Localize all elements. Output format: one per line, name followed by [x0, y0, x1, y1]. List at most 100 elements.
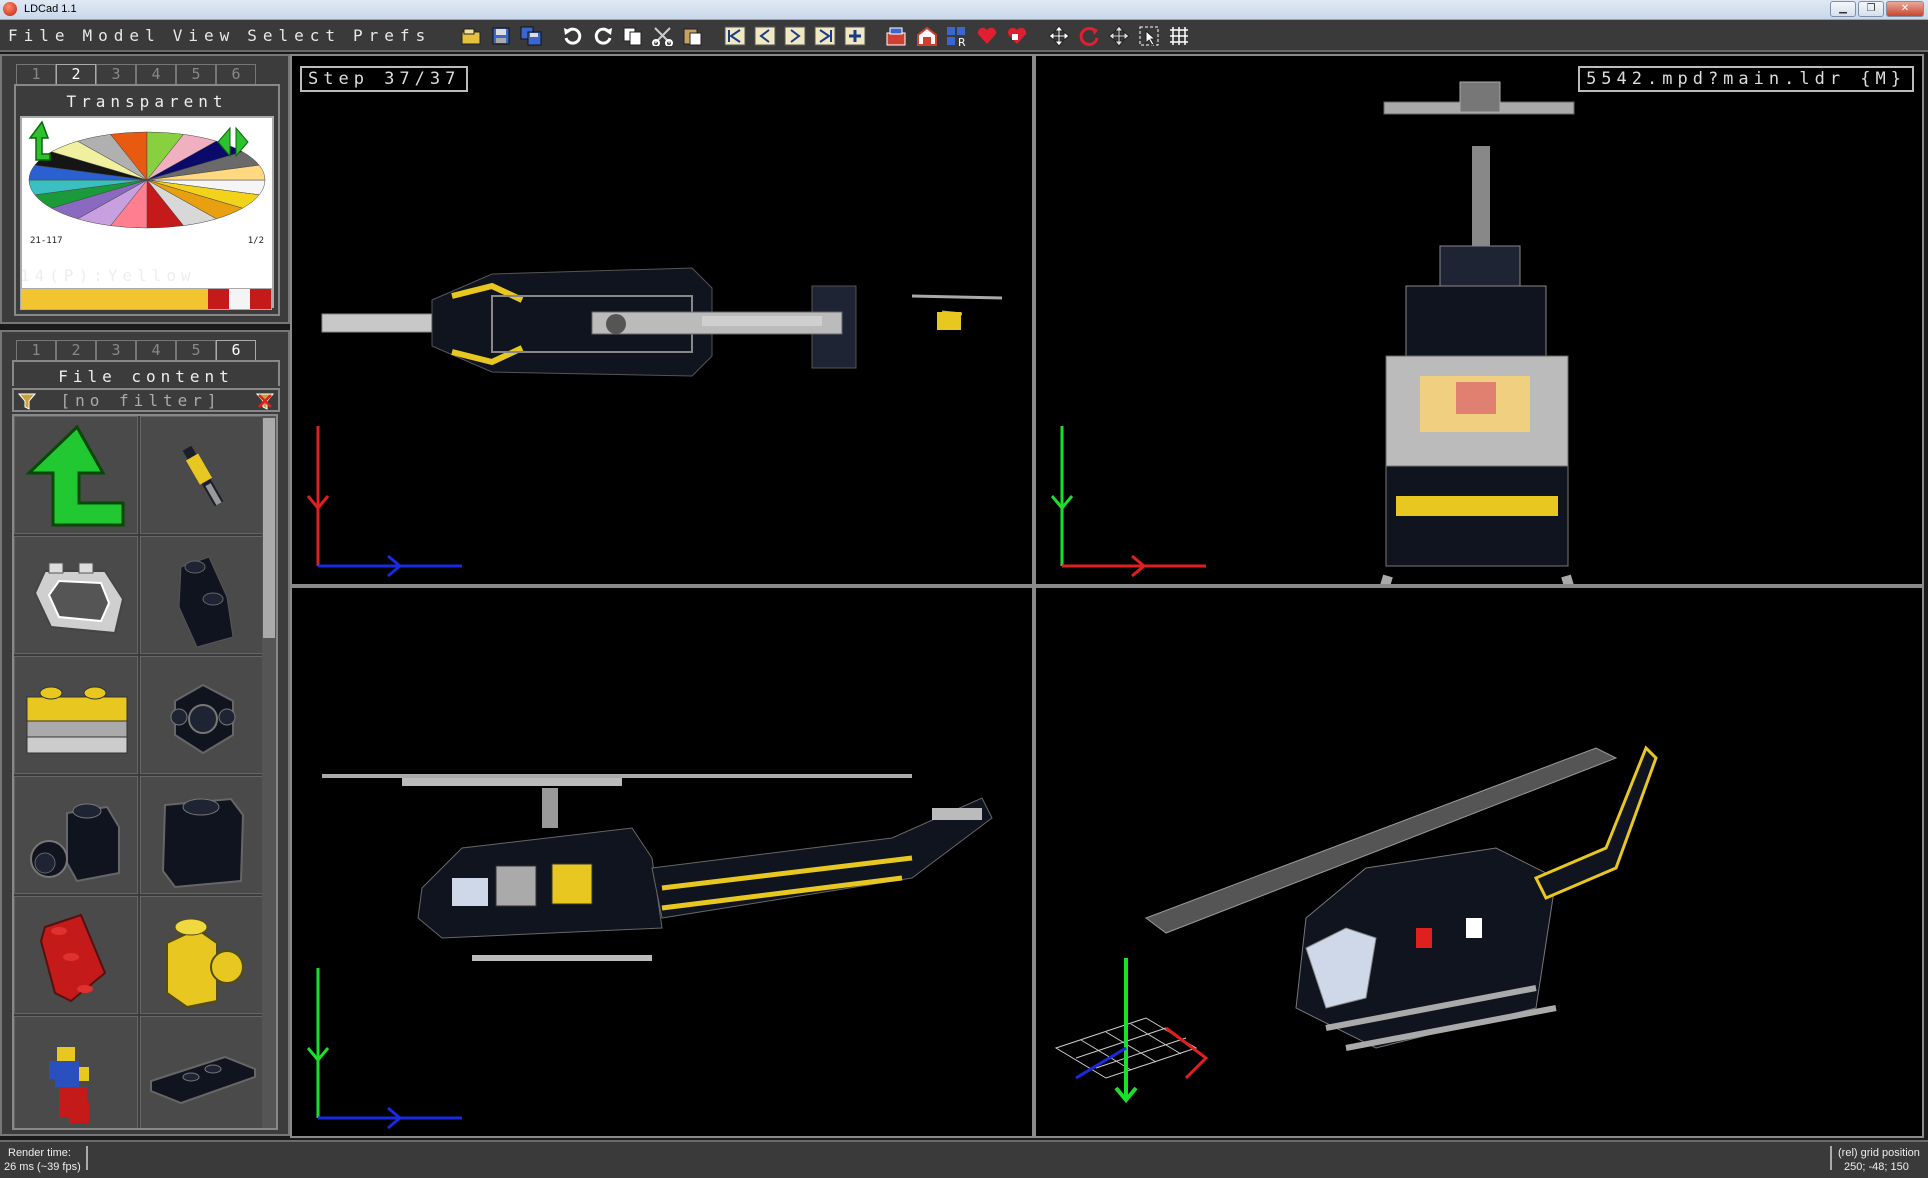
parts-tab-4[interactable]: 4	[136, 340, 176, 360]
helicopter-side-view	[306, 774, 993, 1130]
color-tab-6[interactable]: 6	[216, 64, 256, 84]
render-time-label: Render time:	[8, 1147, 71, 1159]
rotate-mode-icon[interactable]: R	[944, 24, 970, 48]
move-icon[interactable]	[1046, 24, 1072, 48]
parts-tab-6[interactable]: 6	[216, 340, 256, 360]
first-step-icon[interactable]	[722, 24, 748, 48]
render-time-value: 26 ms (~39 fps)	[4, 1161, 81, 1173]
parts-item-minifig[interactable]	[14, 1016, 138, 1128]
color-swatch[interactable]	[250, 289, 271, 309]
parts-item-black-brick-round[interactable]	[14, 776, 138, 894]
parts-tab-1[interactable]: 1	[16, 340, 56, 360]
parts-panel-tabs: 1 2 3 4 5 6	[16, 340, 256, 360]
parts-tab-5[interactable]: 5	[176, 340, 216, 360]
parts-item-black-plate[interactable]	[140, 1016, 264, 1128]
parts-item-helicopter-submodel[interactable]	[140, 416, 264, 534]
color-swatch[interactable]	[21, 289, 42, 309]
paste-icon[interactable]	[680, 24, 706, 48]
heart-remove-icon[interactable]	[1004, 24, 1030, 48]
submodel-icon[interactable]	[914, 24, 940, 48]
cut-icon[interactable]	[650, 24, 676, 48]
color-panel: 1 2 3 4 5 6 Transparent 21-117 1/2 14(P)…	[0, 54, 290, 324]
menu-select[interactable]: Select	[247, 26, 341, 45]
color-range-label: 21-117	[30, 236, 63, 246]
color-swatch[interactable]	[41, 289, 63, 309]
menu-file[interactable]: File	[8, 26, 71, 45]
save-icon[interactable]	[488, 24, 514, 48]
window-title: LDCad 1.1	[24, 3, 77, 15]
redo-icon[interactable]	[590, 24, 616, 48]
grid-icon[interactable]	[1166, 24, 1192, 48]
last-step-icon[interactable]	[812, 24, 838, 48]
select-icon[interactable]	[1136, 24, 1162, 48]
save-all-icon[interactable]	[518, 24, 544, 48]
filter-bar: [no filter]	[12, 388, 280, 412]
grid-position-label: (rel) grid position	[1838, 1147, 1920, 1159]
next-step-icon[interactable]	[782, 24, 808, 48]
color-panel-tabs: 1 2 3 4 5 6	[16, 64, 256, 84]
parts-item-black-brick[interactable]	[140, 776, 264, 894]
color-tab-4[interactable]: 4	[136, 64, 176, 84]
parts-panel: 1 2 3 4 5 6 File content [no filter]	[0, 330, 290, 1136]
color-tab-3[interactable]: 3	[96, 64, 136, 84]
rotate-icon[interactable]	[1076, 24, 1102, 48]
color-swatch[interactable]	[145, 289, 167, 309]
parts-item-yellow-bricks[interactable]	[14, 656, 138, 774]
color-swatch[interactable]	[104, 289, 126, 309]
minimize-button[interactable]: ▁	[1830, 1, 1856, 17]
color-swatch[interactable]	[208, 289, 230, 309]
parts-item-slope-brick[interactable]	[140, 536, 264, 654]
viewport-bottom-left[interactable]	[290, 586, 1034, 1138]
menu-view[interactable]: View	[173, 26, 236, 45]
viewport-top-left[interactable]: Step 37/37	[290, 54, 1034, 586]
undo-icon[interactable]	[560, 24, 586, 48]
copy-icon[interactable]	[620, 24, 646, 48]
drag-icon[interactable]	[1106, 24, 1132, 48]
viewport-top-right[interactable]: 5542.mpd?main.ldr {M}	[1034, 54, 1924, 586]
parts-item-yellow-round[interactable]	[140, 896, 264, 1014]
color-tab-2[interactable]: 2	[56, 64, 96, 84]
heart-icon[interactable]	[974, 24, 1000, 48]
color-swatch-bar[interactable]	[20, 288, 272, 310]
parts-scrollbar[interactable]	[262, 416, 276, 1128]
color-swatch[interactable]	[166, 289, 188, 309]
add-step-icon[interactable]	[842, 24, 868, 48]
open-file-icon[interactable]	[458, 24, 484, 48]
up-arrow-icon	[25, 424, 125, 527]
menu-prefs[interactable]: Prefs	[353, 26, 431, 45]
menu-model[interactable]: Model	[83, 26, 161, 45]
maximize-button[interactable]: ❐	[1858, 1, 1884, 17]
viewport-bottom-right[interactable]	[1034, 586, 1924, 1138]
color-tab-5[interactable]: 5	[176, 64, 216, 84]
color-swatch[interactable]	[62, 289, 84, 309]
parts-item-red-plate[interactable]	[14, 896, 138, 1014]
helicopter-top-view	[306, 267, 1003, 578]
selected-color-label: 14(P):Yellow	[20, 266, 196, 285]
color-swatch[interactable]	[187, 289, 209, 309]
color-swatch[interactable]	[83, 289, 105, 309]
parts-item-round-connector[interactable]	[140, 656, 264, 774]
color-swatch[interactable]	[229, 289, 251, 309]
parts-tab-3[interactable]: 3	[96, 340, 136, 360]
filter-text[interactable]: [no filter]	[36, 391, 246, 410]
parts-tab-2[interactable]: 2	[56, 340, 96, 360]
clear-filter-icon[interactable]	[256, 392, 274, 410]
parts-item-windscreen[interactable]	[14, 536, 138, 654]
color-pie[interactable]	[22, 118, 272, 238]
parts-grid	[12, 414, 278, 1130]
menu-bar: File Model View Select Prefs R	[0, 20, 1928, 52]
status-bar: Render time: 26 ms (~39 fps) (rel) grid …	[0, 1140, 1928, 1178]
filter-icon[interactable]	[18, 392, 36, 410]
color-tab-1[interactable]: 1	[16, 64, 56, 84]
part-bin-icon[interactable]	[884, 24, 910, 48]
color-page-label: 1/2	[247, 236, 264, 246]
helicopter-front-view	[1050, 81, 1575, 584]
parts-scrollbar-thumb[interactable]	[263, 418, 275, 638]
prev-step-icon[interactable]	[752, 24, 778, 48]
app-icon	[3, 2, 17, 16]
parts-item-up-folder[interactable]	[14, 416, 138, 534]
close-button[interactable]: ✕	[1886, 1, 1924, 17]
color-swatch[interactable]	[125, 289, 146, 309]
color-group-title: Transparent	[66, 92, 228, 111]
file-content-title: File content	[58, 367, 234, 386]
